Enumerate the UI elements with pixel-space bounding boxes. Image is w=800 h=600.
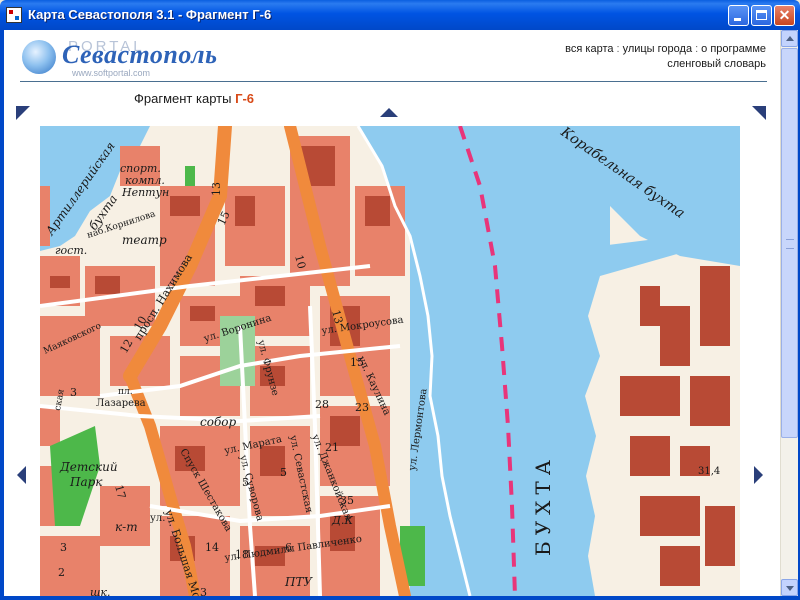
scroll-grip-icon [786,239,794,249]
app-map-icon [6,7,22,23]
fragment-title: Фрагмент карты Г-6 [134,91,254,106]
title-bar[interactable]: Карта Севастополя 3.1 - Фрагмент Г-6 ✕ [0,0,800,30]
scroll-down-arrow-icon[interactable] [781,579,798,596]
label-dk: Д.К [331,514,353,527]
nav-link-slang-dictionary[interactable]: сленговый словарь [667,58,766,70]
label-elevation: 31,4 [698,466,720,477]
minimize-icon [734,18,741,21]
nav-link-streets[interactable]: улицы города [623,43,693,55]
nav-link-all-map[interactable]: вся карта [565,43,613,55]
watermark-url: www.softportal.com [72,68,151,78]
label-teatr: театр [122,233,167,247]
house-number: 2 [58,566,65,579]
label-pl-lazareva-2: Лазарева [96,398,146,409]
house-number: 28 [315,398,329,411]
house-number: 18 [235,548,249,561]
logo[interactable]: PORTAL Севастополь www.softportal.com [14,36,274,78]
window-frame-bottom [0,596,800,600]
globe-logo-icon [22,40,56,74]
scroll-up-arrow-icon[interactable] [781,30,798,47]
label-bukhta: БУХТА [531,454,555,556]
top-nav: вся карта: улицы города: о программе сленг… [565,42,766,72]
nav-link-about[interactable]: о программе [701,43,766,55]
nav-arrow-northwest-icon[interactable] [16,106,30,120]
house-number: 5 [242,476,249,489]
header-divider [20,81,767,82]
scroll-thumb[interactable] [781,48,798,438]
label-gost: гост. [55,244,87,257]
water-bay-channel [410,126,610,596]
nav-arrow-east-icon[interactable] [754,466,763,484]
house-number: 35 [340,494,354,507]
minimize-button[interactable] [728,5,749,26]
house-number: 13 [210,182,223,196]
label-detskiy-park-2: Парк [69,475,103,489]
fragment-code: Г-6 [235,91,255,106]
nav-row-1: вся карта: улицы города: о программе [565,43,766,55]
label-kt: к-т [115,520,138,534]
house-number: 3 [70,386,77,399]
house-number: 21 [325,441,339,454]
label-sport-3: Нептун [121,186,169,199]
nav-arrow-north-icon[interactable] [380,108,398,117]
house-number: 14 [205,541,219,554]
label-pl-lazareva-1: пл. [118,387,133,397]
house-number: 3 [200,586,207,596]
vertical-scrollbar[interactable] [780,30,798,596]
house-number: 15 [350,356,364,369]
content-area: PORTAL Севастополь www.softportal.com вс… [4,30,780,596]
app-window: Карта Севастополя 3.1 - Фрагмент Г-6 ✕ P… [0,0,800,600]
house-number: 3 [60,541,67,554]
label-sobor: собор [200,415,236,429]
label-ul-short: ул. [150,513,165,524]
label-detskiy-park-1: Детский [59,460,118,474]
fragment-label: Фрагмент карты [134,91,232,106]
label-shk: шк. [90,586,111,596]
close-button[interactable]: ✕ [774,5,795,26]
window-title: Карта Севастополя 3.1 - Фрагмент Г-6 [28,7,272,22]
nav-arrow-west-icon[interactable] [17,466,26,484]
house-number: 6 [285,541,292,554]
maximize-button[interactable] [751,5,772,26]
logo-text: Севастополь [62,40,218,69]
house-number: 23 [355,401,369,414]
house-number: 5 [280,466,287,479]
maximize-icon [756,10,767,20]
nav-arrow-northeast-icon[interactable] [752,106,766,120]
nav-row-2: сленговый словарь [565,57,766,72]
close-icon: ✕ [778,7,791,23]
label-ptu: ПТУ [284,575,313,589]
map-view[interactable]: Корабельная бухта Артиллерийская бухта с… [40,126,740,596]
